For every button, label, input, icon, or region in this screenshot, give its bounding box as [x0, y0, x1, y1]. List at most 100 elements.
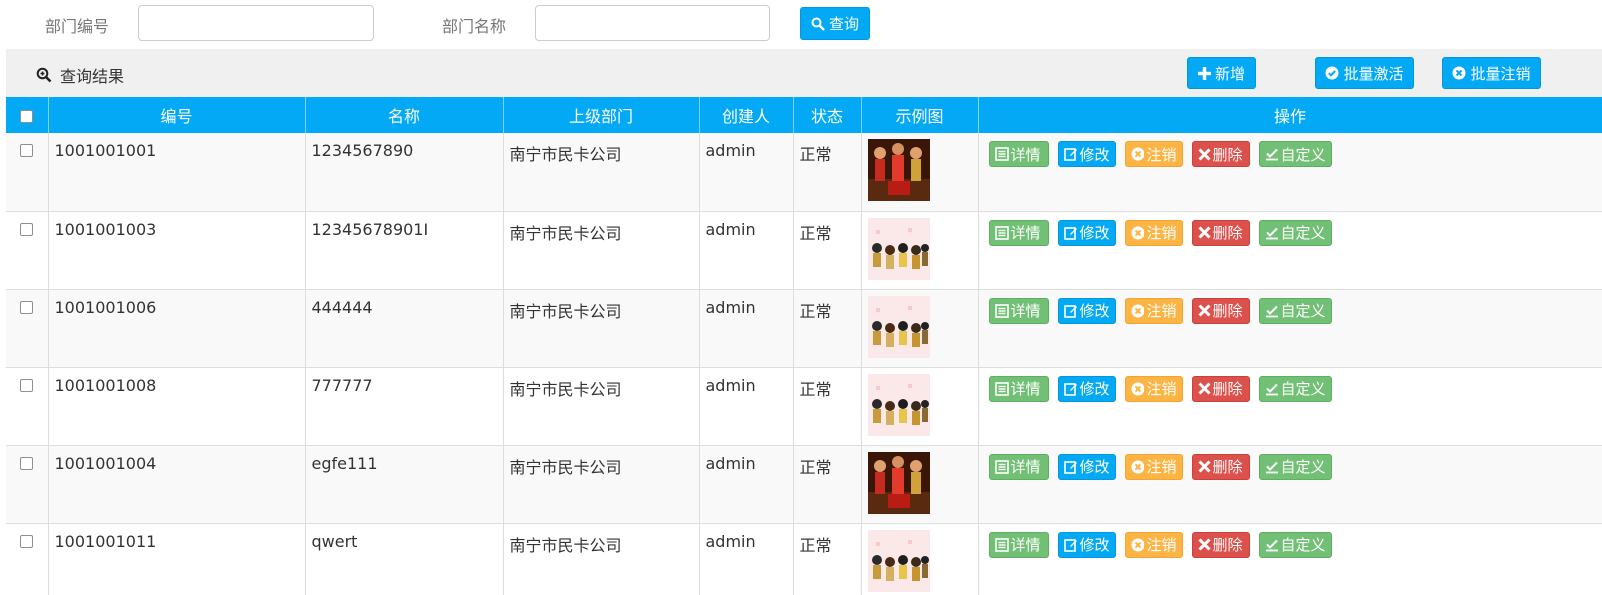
cell-code: 1001001011: [48, 523, 306, 595]
detail-button-label: 详情: [1010, 224, 1041, 242]
select-all-header: [6, 97, 49, 133]
delete-button[interactable]: 删除: [1191, 453, 1250, 480]
row-checkbox[interactable]: [20, 456, 33, 470]
delete-button[interactable]: 删除: [1191, 297, 1250, 324]
thumbnail-image[interactable]: [867, 295, 930, 358]
list-icon: [994, 537, 1009, 552]
delete-button-label: 删除: [1212, 536, 1243, 554]
close-icon: [1197, 226, 1211, 239]
delete-button-label: 删除: [1212, 458, 1243, 476]
delete-button[interactable]: 删除: [1191, 141, 1250, 167]
cell-parent: 南宁市民卡公司: [503, 289, 700, 368]
check-circle-icon: [1325, 66, 1339, 80]
batch-activate-button[interactable]: 批量激活: [1315, 57, 1414, 89]
row-checkbox[interactable]: [20, 222, 33, 236]
custom-button[interactable]: 自定义: [1258, 141, 1332, 167]
cancel-button[interactable]: 注销: [1124, 531, 1183, 558]
select-all-checkbox[interactable]: [20, 109, 34, 123]
cancel-button-label: 注销: [1146, 458, 1177, 476]
delete-button[interactable]: 删除: [1191, 219, 1250, 246]
detail-button[interactable]: 详情: [988, 531, 1049, 558]
edit-button[interactable]: 修改: [1057, 141, 1116, 167]
custom-button[interactable]: 自定义: [1258, 219, 1332, 246]
cell-status: 正常: [793, 523, 862, 595]
detail-button[interactable]: 详情: [988, 141, 1049, 167]
add-button[interactable]: 新增: [1187, 57, 1256, 89]
table-row: 1001001011 qwert 南宁市民卡公司 admin 正常 详情 修改 注销 删除 自定义: [6, 523, 1602, 595]
edit-button[interactable]: 修改: [1057, 375, 1116, 402]
cell-parent: 南宁市民卡公司: [503, 445, 700, 524]
header-code[interactable]: 编号: [48, 97, 306, 133]
cancel-button[interactable]: 注销: [1124, 141, 1183, 167]
close-icon: [1197, 304, 1211, 317]
zoom-in-icon: [36, 67, 52, 83]
cell-code: 1001001003: [48, 211, 306, 290]
edit-button-label: 修改: [1079, 145, 1110, 164]
detail-button-label: 详情: [1010, 536, 1041, 554]
detail-button[interactable]: 详情: [988, 375, 1049, 402]
custom-button[interactable]: 自定义: [1258, 453, 1332, 480]
edit-button[interactable]: 修改: [1057, 531, 1116, 558]
delete-button[interactable]: 删除: [1191, 375, 1250, 402]
cell-name: 444444: [305, 289, 504, 368]
thumbnail-image[interactable]: [867, 139, 930, 201]
detail-button-label: 详情: [1010, 380, 1041, 398]
delete-button[interactable]: 删除: [1191, 531, 1250, 558]
header-status[interactable]: 状态: [793, 97, 862, 133]
header-parent[interactable]: 上级部门: [503, 97, 700, 133]
cell-parent: 南宁市民卡公司: [503, 523, 700, 595]
row-checkbox[interactable]: [20, 144, 33, 157]
cell-parent: 南宁市民卡公司: [503, 211, 700, 290]
edit-button[interactable]: 修改: [1057, 219, 1116, 246]
cancel-button[interactable]: 注销: [1124, 297, 1183, 324]
cell-creator: admin: [699, 133, 794, 212]
check-square-icon: [1265, 148, 1278, 161]
row-checkbox[interactable]: [20, 300, 33, 314]
row-select-cell: [6, 445, 49, 524]
dept-code-input[interactable]: [138, 5, 374, 41]
delete-button-label: 删除: [1212, 302, 1243, 320]
detail-button[interactable]: 详情: [988, 297, 1049, 324]
cell-image: [861, 289, 979, 368]
search-bar: 部门编号 部门名称 查询: [0, 0, 1602, 48]
custom-button-label: 自定义: [1280, 380, 1326, 398]
header-image[interactable]: 示例图: [861, 97, 979, 133]
query-button[interactable]: 查询: [800, 7, 870, 40]
x-circle-icon: [1130, 460, 1144, 473]
detail-button[interactable]: 详情: [988, 453, 1049, 480]
cancel-button-label: 注销: [1146, 145, 1177, 164]
thumbnail-image[interactable]: [867, 373, 930, 436]
cell-name: 12345678901I: [305, 211, 504, 290]
header-creator[interactable]: 创建人: [699, 97, 794, 133]
edit-button-label: 修改: [1079, 224, 1110, 242]
thumbnail-image[interactable]: [867, 529, 930, 592]
custom-button-label: 自定义: [1280, 302, 1326, 320]
row-checkbox[interactable]: [20, 378, 33, 392]
table-row: 1001001001 1234567890 南宁市民卡公司 admin 正常 详情 修改 注销…: [6, 133, 1602, 212]
cell-parent: 南宁市民卡公司: [503, 367, 700, 446]
custom-button[interactable]: 自定义: [1258, 531, 1332, 558]
edit-button[interactable]: 修改: [1057, 297, 1116, 324]
edit-icon: [1063, 538, 1077, 552]
table-row: 1001001008 777777 南宁市民卡公司 admin 正常 详情 修改 注销 删除 自定…: [6, 367, 1602, 446]
custom-button[interactable]: 自定义: [1258, 375, 1332, 402]
cancel-button[interactable]: 注销: [1124, 219, 1183, 246]
row-checkbox[interactable]: [20, 534, 33, 548]
custom-button-label: 自定义: [1280, 224, 1326, 242]
header-name[interactable]: 名称: [305, 97, 504, 133]
detail-button[interactable]: 详情: [988, 219, 1049, 246]
list-icon: [994, 459, 1009, 474]
x-circle-icon: [1130, 226, 1144, 239]
cancel-button[interactable]: 注销: [1124, 453, 1183, 480]
dept-name-label: 部门名称: [442, 17, 507, 36]
results-table: 编号 名称 上级部门 创建人 状态 示例图 操作 1001001001 12345…: [6, 97, 1602, 595]
cell-image: [861, 523, 979, 595]
thumbnail-image[interactable]: [867, 217, 930, 280]
dept-name-input[interactable]: [535, 5, 770, 41]
edit-button[interactable]: 修改: [1057, 453, 1116, 480]
batch-cancel-button[interactable]: 批量注销: [1442, 57, 1541, 89]
thumbnail-image[interactable]: [867, 451, 930, 514]
dept-code-label: 部门编号: [45, 17, 110, 36]
cancel-button[interactable]: 注销: [1124, 375, 1183, 402]
custom-button[interactable]: 自定义: [1258, 297, 1332, 324]
